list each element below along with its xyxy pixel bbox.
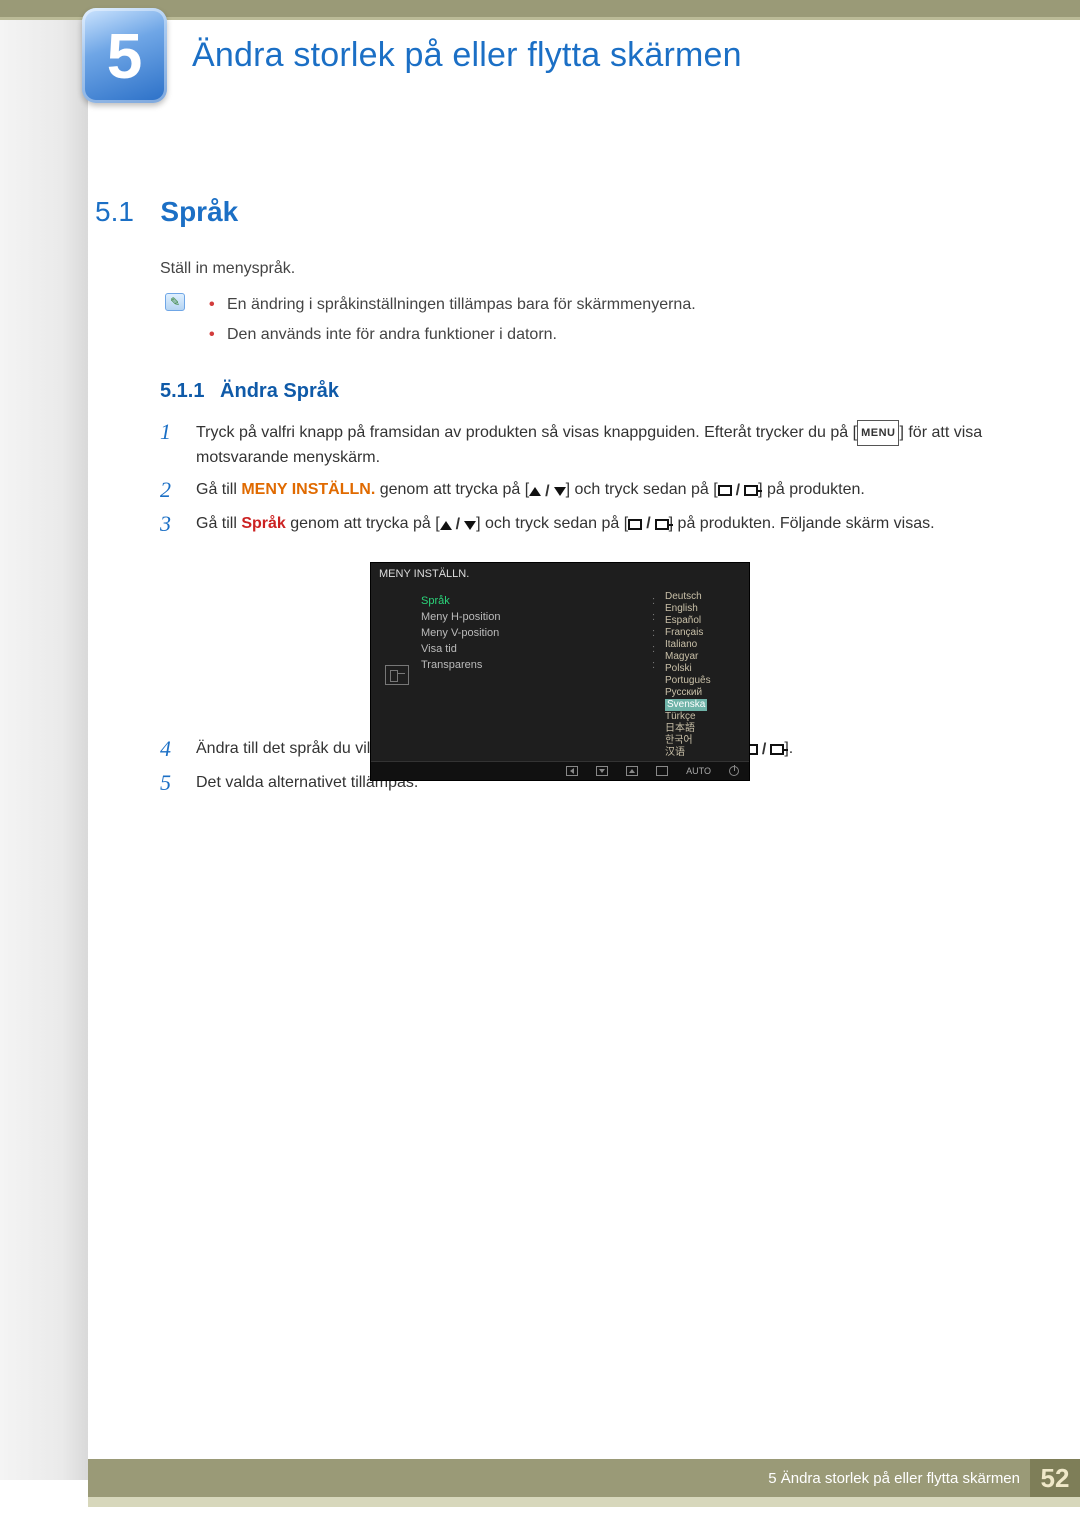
osd-auto-label: AUTO — [686, 766, 711, 776]
up-down-icon: / — [529, 480, 565, 504]
page-number: 52 — [1030, 1459, 1080, 1497]
menu-key-icon: MENU — [857, 420, 899, 446]
subsection-number: 5.1.1 — [160, 380, 204, 402]
subsection-heading: 5.1.1 Ändra Språk — [160, 380, 339, 403]
step-1: 1 Tryck på valfri knapp på framsidan av … — [160, 420, 1020, 470]
osd-language-list: DeutschEnglishEspañolFrançaisItalianoMag… — [665, 591, 743, 759]
osd-menu-figure: MENY INSTÄLLN. Språk:Meny H-position:Men… — [370, 562, 750, 781]
note-item: En ändring i språkinställningen tillämpa… — [209, 290, 1000, 320]
chapter-number: 5 — [107, 19, 143, 93]
footer-text: 5 Ändra storlek på eller flytta skärmen — [768, 1470, 1030, 1487]
step-number: 3 — [160, 512, 196, 536]
intro-text: Ställ in menyspråk. — [160, 260, 295, 278]
subsection-name: Ändra Språk — [220, 380, 339, 402]
section-number: 5.1 — [95, 196, 134, 227]
note-block: ✎ En ändring i språkinställningen tilläm… — [165, 290, 1000, 350]
section-name: Språk — [160, 196, 238, 227]
footer-accent — [88, 1497, 1080, 1507]
chapter-title: Ändra storlek på eller flytta skärmen — [192, 36, 742, 75]
step-number: 4 — [160, 737, 196, 761]
chapter-number-badge: 5 — [82, 8, 167, 103]
osd-nav-up-icon — [626, 766, 638, 776]
keyword-sprak: Språk — [241, 515, 285, 532]
note-list: En ändring i språkinställningen tillämpa… — [209, 290, 1000, 350]
osd-footer-controls: AUTO — [371, 761, 749, 780]
step-3: 3 Gå till Språk genom att trycka på [/] … — [160, 512, 1020, 538]
step-2: 2 Gå till MENY INSTÄLLN. genom att tryck… — [160, 478, 1020, 504]
note-icon: ✎ — [165, 293, 185, 311]
keyword-meny-installn: MENY INSTÄLLN. — [241, 481, 375, 498]
osd-category-icon — [377, 591, 417, 759]
step-number: 5 — [160, 771, 196, 795]
page-footer: 5 Ändra storlek på eller flytta skärmen … — [88, 1459, 1080, 1497]
rect-enter-icon: / — [718, 479, 758, 503]
step-number: 1 — [160, 420, 196, 444]
osd-menu-items: Språk:Meny H-position:Meny V-position:Vi… — [417, 591, 665, 759]
step-number: 2 — [160, 478, 196, 502]
osd-nav-down-icon — [596, 766, 608, 776]
up-down-icon: / — [440, 513, 476, 537]
osd-nav-left-icon — [566, 766, 578, 776]
osd-title: MENY INSTÄLLN. — [371, 563, 749, 585]
rect-enter-icon: / — [628, 512, 668, 536]
section-heading: 5.1 Språk — [95, 196, 1020, 228]
left-sidebar-gradient — [0, 20, 88, 1480]
osd-enter-icon — [656, 766, 668, 776]
osd-power-icon — [729, 766, 739, 776]
note-item: Den används inte för andra funktioner i … — [209, 320, 1000, 350]
